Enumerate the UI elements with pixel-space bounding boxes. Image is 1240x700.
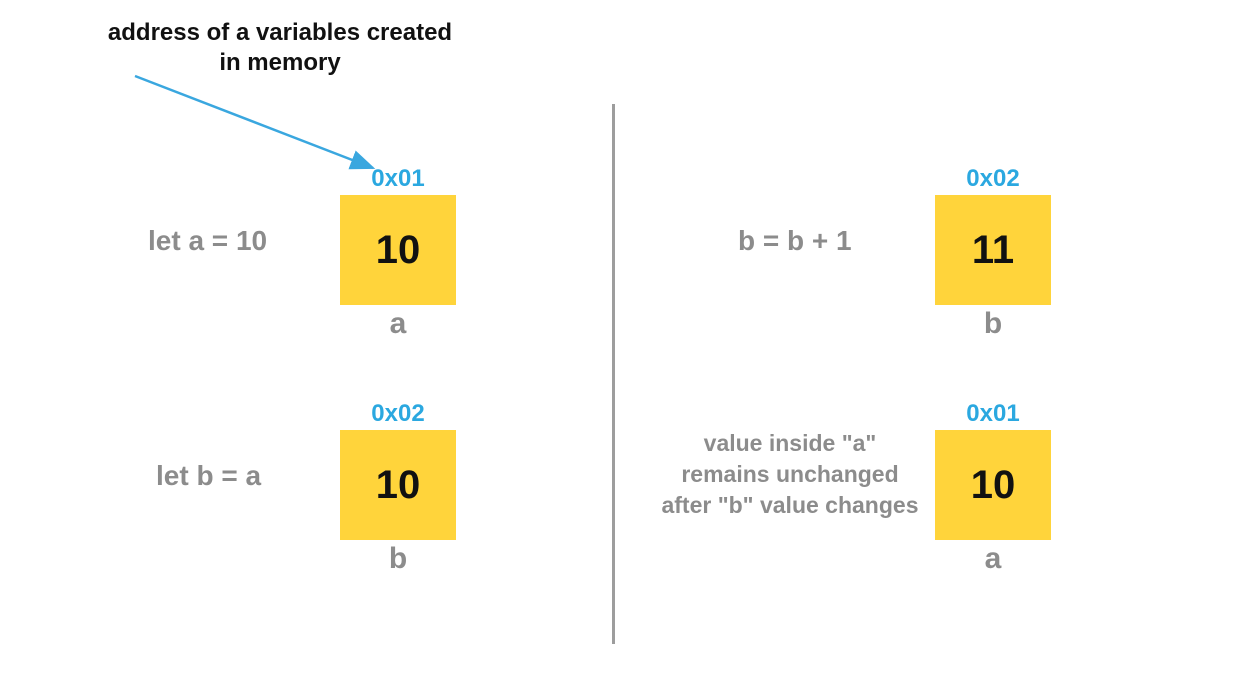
var-name-b-right: b bbox=[935, 307, 1051, 341]
memory-cell-a-right: 0x01 10 a bbox=[935, 400, 1051, 576]
value-box-b-left: 10 bbox=[340, 430, 456, 540]
address-b-right: 0x02 bbox=[935, 165, 1051, 193]
address-b-left: 0x02 bbox=[340, 400, 456, 428]
note-line2: remains unchanged bbox=[681, 461, 898, 487]
note-line1: value inside "a" bbox=[704, 430, 877, 456]
value-a-left: 10 bbox=[376, 228, 421, 273]
annotation-title: address of a variables created in memory bbox=[95, 18, 465, 78]
code-let-b: let b = a bbox=[156, 460, 261, 492]
vertical-divider bbox=[612, 104, 615, 644]
annotation-line1: address of a variables created bbox=[108, 19, 452, 46]
code-b-plus-1: b = b + 1 bbox=[738, 225, 852, 257]
pointer-arrow-icon bbox=[115, 70, 395, 180]
var-name-b-left: b bbox=[340, 542, 456, 576]
memory-cell-b-right: 0x02 11 b bbox=[935, 165, 1051, 341]
note-line3: after "b" value changes bbox=[661, 492, 918, 518]
note-a-unchanged: value inside "a" remains unchanged after… bbox=[650, 428, 930, 521]
var-name-a-left: a bbox=[340, 307, 456, 341]
address-a-left: 0x01 bbox=[340, 165, 456, 193]
value-box-b-right: 11 bbox=[935, 195, 1051, 305]
address-a-right: 0x01 bbox=[935, 400, 1051, 428]
value-a-right: 10 bbox=[971, 463, 1016, 508]
annotation-line2: in memory bbox=[219, 49, 340, 76]
value-box-a-right: 10 bbox=[935, 430, 1051, 540]
var-name-a-right: a bbox=[935, 542, 1051, 576]
value-b-right: 11 bbox=[972, 228, 1014, 273]
code-let-a: let a = 10 bbox=[148, 225, 267, 257]
value-b-left: 10 bbox=[376, 463, 421, 508]
value-box-a-left: 10 bbox=[340, 195, 456, 305]
memory-cell-a-left: 0x01 10 a bbox=[340, 165, 456, 341]
memory-cell-b-left: 0x02 10 b bbox=[340, 400, 456, 576]
